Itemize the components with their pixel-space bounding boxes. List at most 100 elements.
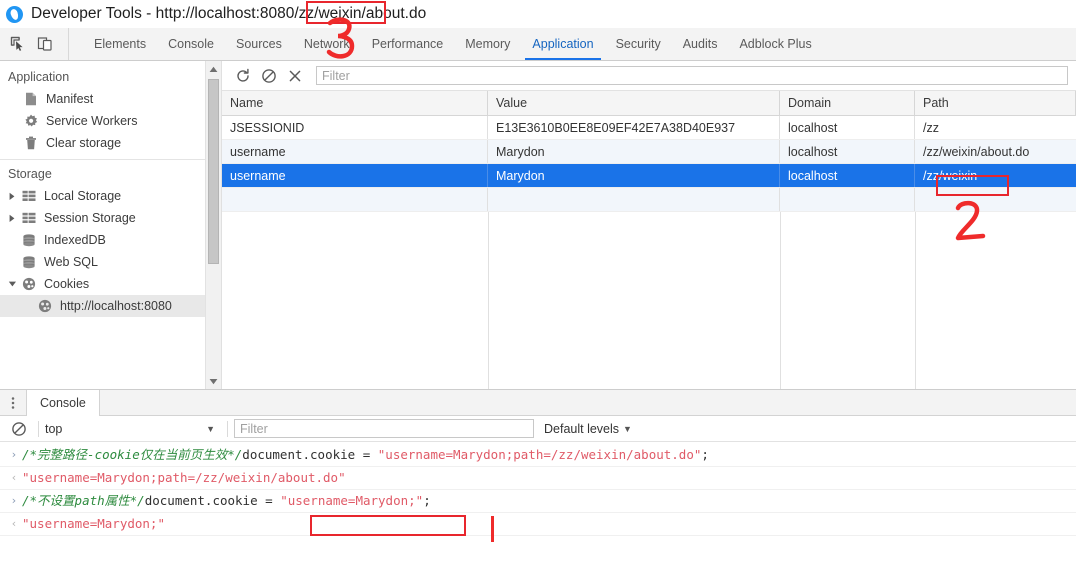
delete-cookie-icon[interactable] (282, 65, 308, 87)
devtools-main-toolbar: Elements Console Sources Network Perform… (0, 28, 1076, 61)
application-sidebar: Application Manifest Service Workers Cle… (0, 61, 222, 389)
sidebar-item-indexeddb[interactable]: IndexedDB (0, 229, 221, 251)
log-levels-label: Default levels (544, 421, 620, 436)
console-input-row[interactable]: › /*不设置path属性*/document.cookie = "userna… (0, 490, 1076, 513)
cookie-icon (36, 299, 53, 313)
console-log-list: › /*完整路径-cookie仅在当前页生效*/document.cookie … (0, 442, 1076, 565)
device-toolbar-icon[interactable] (33, 33, 57, 55)
sidebar-scrollbar[interactable] (205, 61, 221, 389)
log-levels-dropdown[interactable]: Default levels ▼ (544, 422, 632, 436)
column-header-path[interactable]: Path (915, 91, 1076, 115)
toolbar-divider (38, 420, 39, 437)
sidebar-item-session-storage[interactable]: Session Storage (0, 207, 221, 229)
sidebar-item-label: Session Storage (44, 211, 136, 225)
tab-sources[interactable]: Sources (225, 28, 293, 60)
sidebar-item-label: Web SQL (44, 255, 98, 269)
console-input-row[interactable]: › /*完整路径-cookie仅在当前页生效*/document.cookie … (0, 444, 1076, 467)
table-row-empty (222, 188, 1076, 212)
cookies-toolbar (222, 61, 1076, 91)
gear-icon (22, 114, 39, 128)
column-header-value[interactable]: Value (488, 91, 780, 115)
chevron-down-icon[interactable] (6, 280, 18, 288)
code-semicolon: ; (701, 447, 709, 462)
sidebar-item-cookie-origin[interactable]: http://localhost:8080 (0, 295, 221, 317)
tab-security[interactable]: Security (605, 28, 672, 60)
tab-memory[interactable]: Memory (454, 28, 521, 60)
tab-performance[interactable]: Performance (361, 28, 455, 60)
cell-empty (222, 188, 488, 211)
tab-application[interactable]: Application (521, 28, 604, 60)
execution-context-select[interactable]: top ▼ (45, 422, 221, 436)
cell-path: /zz (923, 120, 939, 135)
cell-domain: localhost (780, 140, 915, 163)
window-title: Developer Tools - http://localhost:8080/… (31, 5, 427, 22)
scrollbar-thumb[interactable] (208, 79, 219, 264)
column-header-domain[interactable]: Domain (780, 91, 915, 115)
sidebar-item-label: Manifest (46, 92, 94, 106)
console-expression: /*不设置path属性*/document.cookie = "username… (22, 490, 431, 512)
sidebar-item-local-storage[interactable]: Local Storage (0, 185, 221, 207)
trash-icon (22, 136, 39, 150)
table-grid-icon (20, 212, 37, 224)
sidebar-item-cookies[interactable]: Cookies (0, 273, 221, 295)
scroll-up-arrow-icon[interactable] (206, 61, 221, 77)
clear-console-icon[interactable] (6, 418, 32, 440)
sidebar-item-label: Service Workers (46, 114, 138, 128)
output-marker-icon: ‹ (11, 471, 17, 484)
tab-audits[interactable]: Audits (672, 28, 729, 60)
cell-domain: localhost (780, 164, 915, 187)
sidebar-item-label: Cookies (44, 277, 90, 291)
drawer-tab-console[interactable]: Console (26, 390, 100, 416)
sidebar-item-service-workers[interactable]: Service Workers (0, 110, 221, 132)
clear-all-cookies-icon[interactable] (256, 65, 282, 87)
output-marker-icon: ‹ (11, 517, 17, 530)
cookies-table: Name Value Domain Path JSESSIONID E13E36… (222, 91, 1076, 389)
sidebar-item-label: http://localhost:8080 (60, 299, 172, 313)
tab-elements[interactable]: Elements (83, 28, 157, 60)
devtools-tab-list: Elements Console Sources Network Perform… (69, 28, 823, 60)
table-row[interactable]: username Marydon localhost /zz/weixin/ab… (222, 140, 1076, 164)
code-comment: /*不设置path属性*/ (22, 493, 145, 508)
column-header-name[interactable]: Name (222, 91, 488, 115)
tab-console[interactable]: Console (157, 28, 225, 60)
console-filter-input[interactable] (234, 419, 534, 438)
cell-value: Marydon (488, 140, 780, 163)
input-marker-icon: › (11, 494, 17, 507)
table-row-selected[interactable]: username Marydon localhost /zz/weixin (222, 164, 1076, 188)
console-drawer: Console top ▼ Default levels ▼ › /*完整路径-… (0, 389, 1076, 565)
cell-value: Marydon (488, 164, 780, 187)
sidebar-section-application: Application (8, 70, 70, 84)
toolbar-divider (227, 420, 228, 437)
inspect-element-icon[interactable] (6, 33, 30, 55)
cell-domain: localhost (780, 116, 915, 139)
cookie-icon (20, 277, 37, 291)
chevron-right-icon[interactable] (6, 192, 18, 201)
cell-name: JSESSIONID (222, 116, 488, 139)
sidebar-item-web-sql[interactable]: Web SQL (0, 251, 221, 273)
code-identifier: document.cookie (144, 493, 266, 508)
database-icon (20, 233, 37, 247)
console-result: "username=Marydon;" (22, 516, 165, 531)
refresh-icon[interactable] (230, 65, 256, 87)
tab-adblock-plus[interactable]: Adblock Plus (728, 28, 822, 60)
code-comment: /*完整路径-cookie仅在当前页生效*/ (22, 447, 243, 462)
cell-name: username (222, 164, 488, 187)
chevron-right-icon[interactable] (6, 214, 18, 223)
cookies-filter-input[interactable] (316, 66, 1068, 85)
manifest-file-icon (22, 92, 39, 106)
console-output-row: ‹ "username=Marydon;path=/zz/weixin/abou… (0, 467, 1076, 490)
more-options-icon[interactable] (0, 390, 26, 415)
sidebar-item-label: IndexedDB (44, 233, 106, 247)
chevron-down-icon: ▼ (206, 423, 215, 434)
sidebar-item-clear-storage[interactable]: Clear storage (0, 132, 221, 154)
chrome-devtools-logo (6, 5, 23, 23)
scroll-down-arrow-icon[interactable] (206, 373, 221, 389)
cell-empty (488, 188, 780, 211)
tab-network[interactable]: Network (293, 28, 361, 60)
code-operator: = (362, 447, 378, 462)
sidebar-item-manifest[interactable]: Manifest (0, 88, 221, 110)
input-marker-icon: › (11, 448, 17, 461)
table-row[interactable]: JSESSIONID E13E3610B0EE8E09EF42E7A38D40E… (222, 116, 1076, 140)
cell-path: /zz/weixin (923, 168, 978, 183)
window-title-bar: Developer Tools - http://localhost:8080/… (0, 0, 1076, 28)
